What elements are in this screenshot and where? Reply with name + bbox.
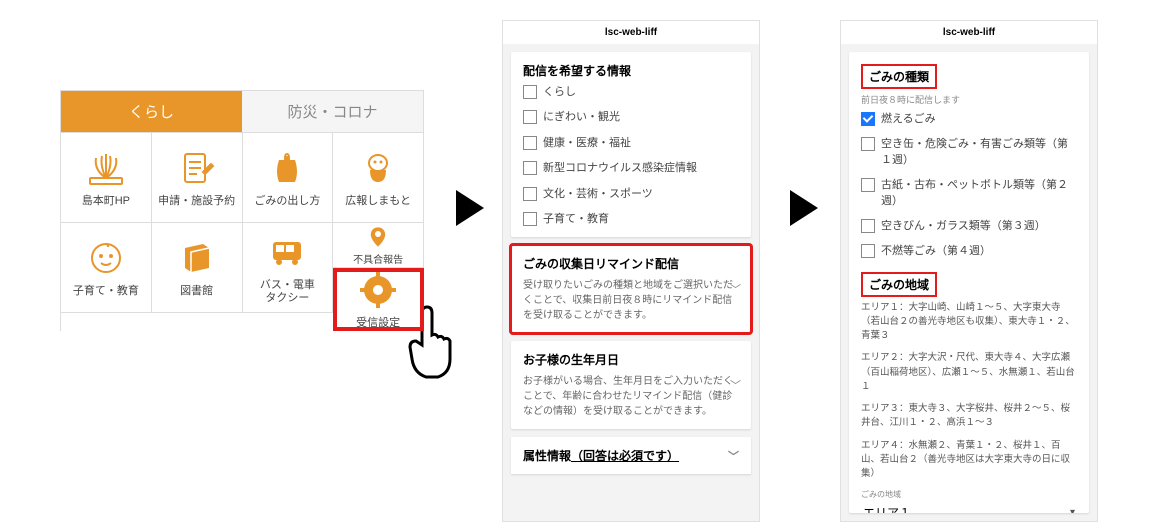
- arrow-right-icon: [790, 190, 818, 226]
- checkbox-row[interactable]: くらし: [523, 85, 739, 100]
- card-child-birthday[interactable]: お子様の生年月日 お子様がいる場合、生年月日をご入力いただくことで、年齢に合わせ…: [511, 341, 751, 429]
- type-checklist: 燃えるごみ 空き缶・危険ごみ・有害ごみ類等（第１週） 古紙・古布・ペットボトル類…: [861, 112, 1077, 260]
- card-body: お子様がいる場合、生年月日をご入力いただくことで、年齢に合わせたリマインド配信（…: [523, 374, 739, 419]
- checkbox-row[interactable]: 燃えるごみ: [861, 112, 1077, 127]
- cell-label: 図書館: [180, 285, 213, 298]
- bag-icon: [265, 146, 309, 190]
- card-title: ごみの収集日リマインド配信: [523, 255, 739, 272]
- cell-label: 申請・施設予約: [158, 195, 235, 208]
- cell-label: バス・電車 タクシー: [260, 279, 315, 305]
- cell-childcare[interactable]: 子育て・教育: [61, 223, 152, 313]
- section-garbage-area: ごみの地域: [861, 272, 937, 297]
- cell-garbage-howto[interactable]: ごみの出し方: [243, 133, 334, 223]
- select-value: エリア１: [863, 504, 911, 513]
- chevron-down-icon: ﹀: [728, 448, 739, 464]
- cell-town-hp[interactable]: 島本町HP: [61, 133, 152, 223]
- checkbox-row[interactable]: 空き缶・危険ごみ・有害ごみ類等（第１週）: [861, 137, 1077, 168]
- pin-icon: [365, 224, 391, 250]
- category-checklist: くらし にぎわい・観光 健康・医療・福祉 新型コロナウイルス感染症情報 文化・芸…: [523, 85, 739, 227]
- area-desc: エリア２：大字大沢・尺代、東大寺４、大字広瀬（百山稲荷地区）、広瀬１～５、水無瀬…: [861, 351, 1077, 394]
- mascot-icon: [356, 146, 400, 190]
- menu-tabs: くらし 防災・コロナ: [60, 90, 424, 133]
- checkbox-row[interactable]: 空きびん・ガラス類等（第３週）: [861, 219, 1077, 234]
- right-screen: lsc-web-liff ごみの種類 前日夜８時に配信します 燃えるごみ 空き缶…: [840, 20, 1098, 522]
- card-garbage-detail: ごみの種類 前日夜８時に配信します 燃えるごみ 空き缶・危険ごみ・有害ごみ類等（…: [849, 52, 1089, 513]
- checkbox-label: 空き缶・危険ごみ・有害ごみ類等（第１週）: [881, 137, 1077, 168]
- checkbox-label: 新型コロナウイルス感染症情報: [543, 161, 697, 176]
- area-select[interactable]: ごみの地域 エリア１ ▾: [861, 489, 1077, 513]
- screen-title: lsc-web-liff: [503, 21, 759, 44]
- checkbox-icon: [861, 112, 875, 126]
- screen-title: lsc-web-liff: [841, 21, 1097, 44]
- tab-bousai[interactable]: 防災・コロナ: [242, 91, 423, 132]
- checkbox-row[interactable]: 健康・医療・福祉: [523, 136, 739, 151]
- chevron-down-icon: ﹀: [730, 377, 741, 393]
- attr-label: 属性情報（回答は必須です）: [523, 447, 679, 464]
- checkbox-label: 健康・医療・福祉: [543, 136, 631, 151]
- card-body: 受け取りたいごみの種類と地域をご選択いただくことで、収集日前日夜８時にリマインド…: [523, 278, 739, 323]
- cell-label: 受信設定: [356, 317, 400, 330]
- checkbox-icon: [523, 85, 537, 99]
- cell-label: 島本町HP: [82, 195, 130, 208]
- checkbox-row[interactable]: 文化・芸術・スポーツ: [523, 187, 739, 202]
- area-desc: エリア３：東大寺３、大字桜井、桜井２～５、桜井台、江川１・２、高浜１～３: [861, 402, 1077, 431]
- bus-icon: [265, 230, 309, 274]
- section-garbage-type: ごみの種類: [861, 64, 937, 89]
- card-categories: 配信を希望する情報 くらし にぎわい・観光 健康・医療・福祉 新型コロナウイルス…: [511, 52, 751, 237]
- type-note: 前日夜８時に配信します: [861, 93, 1077, 106]
- card-title: 配信を希望する情報: [523, 62, 739, 79]
- card-attributes[interactable]: 属性情報（回答は必須です） ﹀: [511, 437, 751, 474]
- checkbox-row[interactable]: 子育て・教育: [523, 212, 739, 227]
- checkbox-row[interactable]: 新型コロナウイルス感染症情報: [523, 161, 739, 176]
- checkbox-row[interactable]: 古紙・古布・ペットボトル類等（第２週）: [861, 178, 1077, 209]
- cell-label: 不具合報告: [353, 255, 403, 267]
- cell-label: 広報しまもと: [345, 195, 411, 208]
- cell-library[interactable]: 図書館: [152, 223, 243, 313]
- checkbox-icon: [523, 212, 537, 226]
- checkbox-label: 燃えるごみ: [881, 112, 936, 127]
- arrow-right-icon: [456, 190, 484, 226]
- checkbox-label: 古紙・古布・ペットボトル類等（第２週）: [881, 178, 1077, 209]
- gear-icon: [356, 268, 400, 312]
- checkbox-icon: [523, 161, 537, 175]
- checkbox-label: にぎわい・観光: [543, 110, 620, 125]
- select-caption: ごみの地域: [861, 489, 1077, 500]
- middle-screen: lsc-web-liff 配信を希望する情報 くらし にぎわい・観光 健康・医療…: [502, 20, 760, 522]
- clipboard-icon: [175, 146, 219, 190]
- cell-label: 子育て・教育: [73, 285, 139, 298]
- fan-icon: [84, 146, 128, 190]
- cell-application[interactable]: 申請・施設予約: [152, 133, 243, 223]
- checkbox-label: 空きびん・ガラス類等（第３週）: [881, 219, 1046, 234]
- tab-kurashi[interactable]: くらし: [61, 91, 242, 132]
- checkbox-icon: [861, 219, 875, 233]
- checkbox-icon: [861, 244, 875, 258]
- checkbox-row[interactable]: 不燃等ごみ（第４週）: [861, 244, 1077, 259]
- area-desc: エリア１：大字山崎、山崎１～５、大字東大寺（若山台２の善光寺地区も収集）、東大寺…: [861, 301, 1077, 344]
- cell-settings[interactable]: 受信設定: [333, 268, 424, 331]
- menu-panel: くらし 防災・コロナ 島本町HP 申請・施設予約 ごみの出し方 広報: [60, 90, 424, 331]
- checkbox-icon: [523, 110, 537, 124]
- area-desc: エリア４：水無瀬２、青葉１・２、桜井１、百山、若山台２（善光寺地区は大字東大寺の…: [861, 439, 1077, 482]
- checkbox-label: 文化・芸術・スポーツ: [543, 187, 653, 202]
- card-title: お子様の生年月日: [523, 351, 739, 368]
- menu-grid: 島本町HP 申請・施設予約 ごみの出し方 広報しまもと 子育て・教育: [60, 133, 424, 331]
- checkbox-label: くらし: [543, 85, 576, 100]
- cell-label: ごみの出し方: [254, 195, 320, 208]
- baby-icon: [84, 236, 128, 280]
- checkbox-label: 不燃等ごみ（第４週）: [881, 244, 991, 259]
- cell-koho[interactable]: 広報しまもと: [333, 133, 424, 223]
- chevron-down-icon: ﹀: [730, 281, 741, 297]
- checkbox-icon: [523, 187, 537, 201]
- checkbox-icon: [523, 136, 537, 150]
- cell-transport[interactable]: バス・電車 タクシー: [243, 223, 334, 313]
- checkbox-icon: [861, 178, 875, 192]
- checkbox-icon: [861, 137, 875, 151]
- checkbox-row[interactable]: にぎわい・観光: [523, 110, 739, 125]
- card-garbage-remind[interactable]: ごみの収集日リマインド配信 受け取りたいごみの種類と地域をご選択いただくことで、…: [511, 245, 751, 333]
- cell-report[interactable]: 不具合報告: [333, 223, 424, 268]
- book-icon: [175, 236, 219, 280]
- caret-down-icon: ▾: [1070, 507, 1075, 513]
- checkbox-label: 子育て・教育: [543, 212, 609, 227]
